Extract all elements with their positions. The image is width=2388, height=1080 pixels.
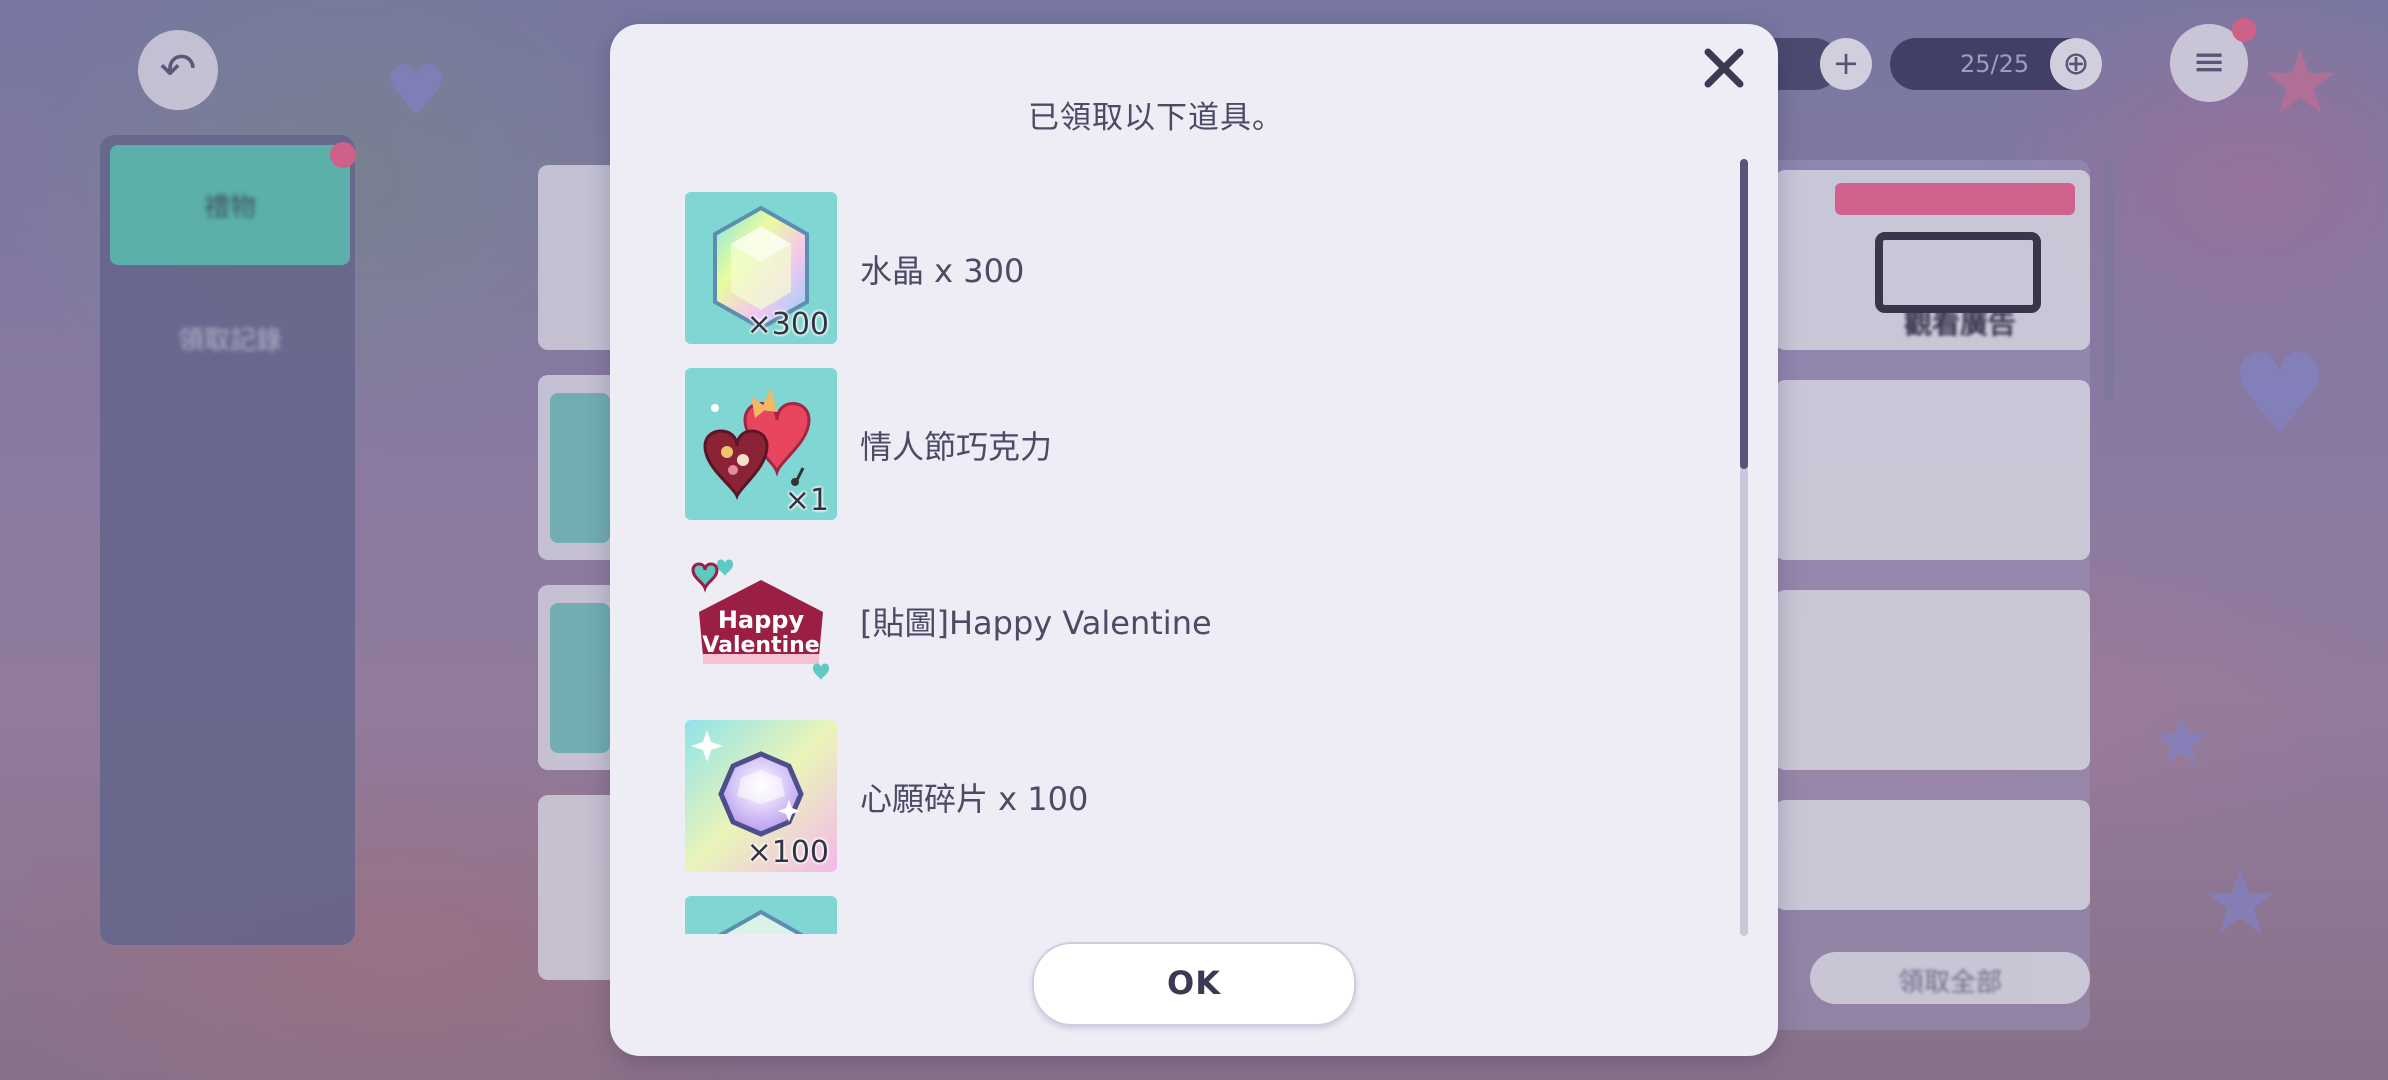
close-icon (1704, 48, 1744, 88)
happy-valentine-sticker-icon: Happy Valentine (685, 544, 837, 696)
item-name: [貼圖]Happy Valentine (860, 604, 1212, 642)
ok-button[interactable]: OK (1032, 942, 1356, 1026)
list-item: ×300 水晶 x 300 (685, 192, 1685, 344)
list-item: ×100 心願碎片 x 100 (685, 720, 1685, 872)
item-name: 情人節巧克力 (860, 428, 1053, 466)
list-item: Happy Valentine [貼圖]Happy Valentine (685, 544, 1685, 696)
valentine-chocolate-box-icon: ×1 (685, 368, 837, 520)
item-quantity: ×300 (746, 307, 829, 342)
sticker-happy-text: Happy (718, 606, 805, 634)
crystal-gem-icon (685, 896, 837, 934)
dialog-title: 已領取以下道具。 (1028, 100, 1284, 136)
wish-fragment-gem-icon: ×100 (685, 720, 837, 872)
list-item (685, 896, 1685, 934)
crystal-gem-icon: ×300 (685, 192, 837, 344)
item-name: 心願碎片 x 100 (860, 780, 1089, 818)
item-name: 水晶 x 300 (860, 252, 1025, 290)
item-quantity: ×1 (784, 483, 829, 518)
sticker-valentine-text: Valentine (702, 633, 819, 658)
scrollbar-thumb[interactable] (1740, 159, 1748, 469)
ok-button-label: OK (1167, 964, 1221, 1002)
reward-list[interactable]: ×300 水晶 x 300 ×1 情人節巧克力 Happy Valentine … (673, 164, 1713, 934)
list-item: ×1 情人節巧克力 (685, 368, 1685, 520)
close-button[interactable] (1696, 40, 1752, 96)
reward-received-dialog: 已領取以下道具。 ×300 水晶 x 300 ×1 情人節巧克力 Happy V… (610, 24, 1778, 1056)
item-quantity: ×100 (746, 835, 829, 870)
